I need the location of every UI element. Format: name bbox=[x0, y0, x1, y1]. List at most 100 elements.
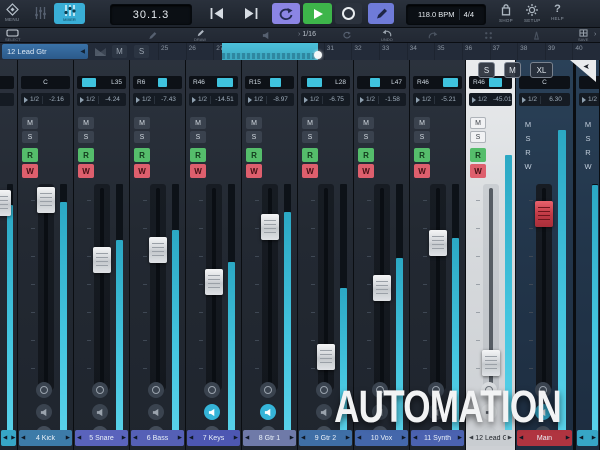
fader-handle[interactable] bbox=[317, 344, 335, 370]
loop-edit-button[interactable] bbox=[342, 31, 352, 39]
loop-button[interactable] bbox=[272, 3, 300, 24]
ruler-bar-cell[interactable]: 40 bbox=[572, 43, 600, 60]
tempo-display[interactable]: 118.0 BPM 4/4 bbox=[406, 4, 486, 25]
draw-automation-button[interactable] bbox=[368, 3, 394, 24]
size-xl-button[interactable]: XL bbox=[530, 62, 553, 78]
monitor-button[interactable] bbox=[316, 404, 332, 420]
automation-write-button[interactable]: W bbox=[22, 164, 38, 178]
fader-handle[interactable] bbox=[149, 237, 167, 263]
monitor-button[interactable] bbox=[481, 404, 497, 420]
select-tool-button[interactable]: SELECT bbox=[5, 29, 21, 42]
mute-letter[interactable]: M bbox=[525, 120, 531, 129]
channel-name-label[interactable]: ◀ 9 Gtr 2 ▶ bbox=[299, 430, 352, 446]
automation-write-button[interactable]: W bbox=[414, 164, 430, 178]
pan-control[interactable]: L28 bbox=[301, 76, 350, 89]
pan-control[interactable] bbox=[0, 76, 14, 89]
pan-control[interactable]: R46 bbox=[189, 76, 238, 89]
output-routing[interactable]: 1/2 -2.16 bbox=[21, 93, 70, 106]
monitor-button[interactable] bbox=[92, 404, 108, 420]
ruler-bar-cell[interactable]: 25 bbox=[158, 43, 186, 60]
channel-name-label[interactable]: ◀ 6 Bass ▶ bbox=[131, 430, 184, 446]
channel-name-label[interactable]: ◀ 4 Kick ▶ bbox=[19, 430, 72, 446]
fader-handle[interactable] bbox=[205, 269, 223, 295]
metronome-button[interactable] bbox=[532, 31, 541, 40]
solo-button[interactable]: S bbox=[190, 131, 206, 143]
go-to-start-button[interactable] bbox=[209, 7, 225, 20]
timeline-ruler[interactable]: 25262728293031323334353637383940 bbox=[158, 43, 600, 60]
fader-handle[interactable] bbox=[93, 247, 111, 273]
time-display[interactable]: 30.1.3 bbox=[110, 4, 192, 25]
automation-write-button[interactable]: W bbox=[190, 164, 206, 178]
channel-name-label[interactable]: ◀ 5 Snare ▶ bbox=[75, 430, 128, 446]
solo-letter[interactable]: S bbox=[585, 134, 590, 143]
fader-handle[interactable] bbox=[482, 350, 500, 376]
output-routing[interactable]: 1/2 -8.97 bbox=[245, 93, 294, 106]
playhead-marker[interactable] bbox=[314, 51, 322, 59]
automation-read-button[interactable]: R bbox=[134, 148, 150, 162]
output-routing[interactable]: 1/2 -6.75 bbox=[301, 93, 350, 106]
help-button[interactable]: ? HELP bbox=[551, 3, 564, 21]
monitor-button[interactable] bbox=[535, 404, 551, 420]
pan-control[interactable]: R46 bbox=[413, 76, 462, 89]
mute-button[interactable]: M bbox=[190, 117, 206, 129]
output-routing[interactable]: 1/2 bbox=[0, 93, 14, 106]
fader-handle[interactable] bbox=[535, 201, 553, 227]
listen-tool-button[interactable] bbox=[262, 31, 271, 40]
automation-read-button[interactable]: R bbox=[22, 148, 38, 162]
channel-name-label[interactable]: ◀ 11 Synth ▶ bbox=[411, 430, 464, 446]
quantize-selector[interactable]: › 1/16 bbox=[298, 31, 316, 38]
automation-read-button[interactable]: R bbox=[302, 148, 318, 162]
channel-settings-button[interactable] bbox=[316, 382, 332, 398]
solo-button[interactable]: S bbox=[414, 131, 430, 143]
ruler-bar-cell[interactable]: 33 bbox=[379, 43, 407, 60]
output-routing[interactable]: 1/2 -5.21 bbox=[413, 93, 462, 106]
record-button[interactable] bbox=[335, 3, 362, 24]
solo-button[interactable]: S bbox=[246, 131, 262, 143]
menu-button[interactable]: MENU bbox=[5, 3, 19, 22]
channel-name-label[interactable]: ◀ 7 Keys ▶ bbox=[187, 430, 240, 446]
ruler-bar-cell[interactable]: 31 bbox=[324, 43, 352, 60]
pan-control[interactable]: L35 bbox=[77, 76, 126, 89]
mute-button[interactable]: M bbox=[78, 117, 94, 129]
channel-settings-button[interactable] bbox=[481, 382, 497, 398]
channel-name-label[interactable]: ◀ ▶ bbox=[1, 430, 16, 446]
quantize-grid-button[interactable] bbox=[484, 31, 493, 40]
fader-handle[interactable] bbox=[261, 214, 279, 240]
mute-button[interactable]: M bbox=[134, 117, 150, 129]
crossfade-icon[interactable] bbox=[94, 47, 107, 57]
monitor-button[interactable] bbox=[372, 404, 388, 420]
channel-name-label[interactable]: ◀ 12 Lead Gtr ▶ bbox=[467, 430, 514, 446]
fader-handle[interactable] bbox=[429, 230, 447, 256]
go-to-end-button[interactable] bbox=[243, 7, 259, 20]
track-mute-button[interactable]: M bbox=[112, 45, 127, 58]
track-solo-button[interactable]: S bbox=[134, 45, 149, 58]
output-routing[interactable]: 1/2 -45.01 bbox=[469, 93, 512, 106]
size-small-button[interactable]: S bbox=[478, 62, 495, 78]
setup-button[interactable]: SETUP bbox=[524, 3, 541, 23]
solo-letter[interactable]: S bbox=[525, 134, 530, 143]
mixer-toggle-button[interactable]: MIXER bbox=[54, 3, 85, 24]
automation-read-button[interactable]: R bbox=[246, 148, 262, 162]
play-button[interactable] bbox=[303, 3, 332, 24]
instruments-button[interactable] bbox=[34, 7, 47, 19]
mute-button[interactable]: M bbox=[414, 117, 430, 129]
solo-button[interactable]: S bbox=[134, 131, 150, 143]
automation-read-button[interactable]: R bbox=[78, 148, 94, 162]
mute-button[interactable]: M bbox=[302, 117, 318, 129]
ruler-bar-cell[interactable]: 38 bbox=[517, 43, 545, 60]
channel-settings-button[interactable] bbox=[92, 382, 108, 398]
solo-button[interactable]: S bbox=[470, 131, 486, 143]
mute-button[interactable]: M bbox=[22, 117, 38, 129]
mute-button[interactable]: M bbox=[358, 117, 374, 129]
output-routing[interactable]: 1/2 -1.58 bbox=[357, 93, 406, 106]
toolbar-more-chevron[interactable]: › bbox=[594, 31, 596, 38]
automation-read-button[interactable]: R bbox=[414, 148, 430, 162]
automation-write-button[interactable]: W bbox=[134, 164, 150, 178]
read-letter[interactable]: R bbox=[525, 148, 530, 157]
output-routing[interactable]: 1/2 -4.24 bbox=[77, 93, 126, 106]
channel-settings-button[interactable] bbox=[260, 382, 276, 398]
mute-button[interactable]: M bbox=[246, 117, 262, 129]
automation-write-button[interactable]: W bbox=[246, 164, 262, 178]
solo-button[interactable]: S bbox=[358, 131, 374, 143]
mute-button[interactable]: M bbox=[470, 117, 486, 129]
